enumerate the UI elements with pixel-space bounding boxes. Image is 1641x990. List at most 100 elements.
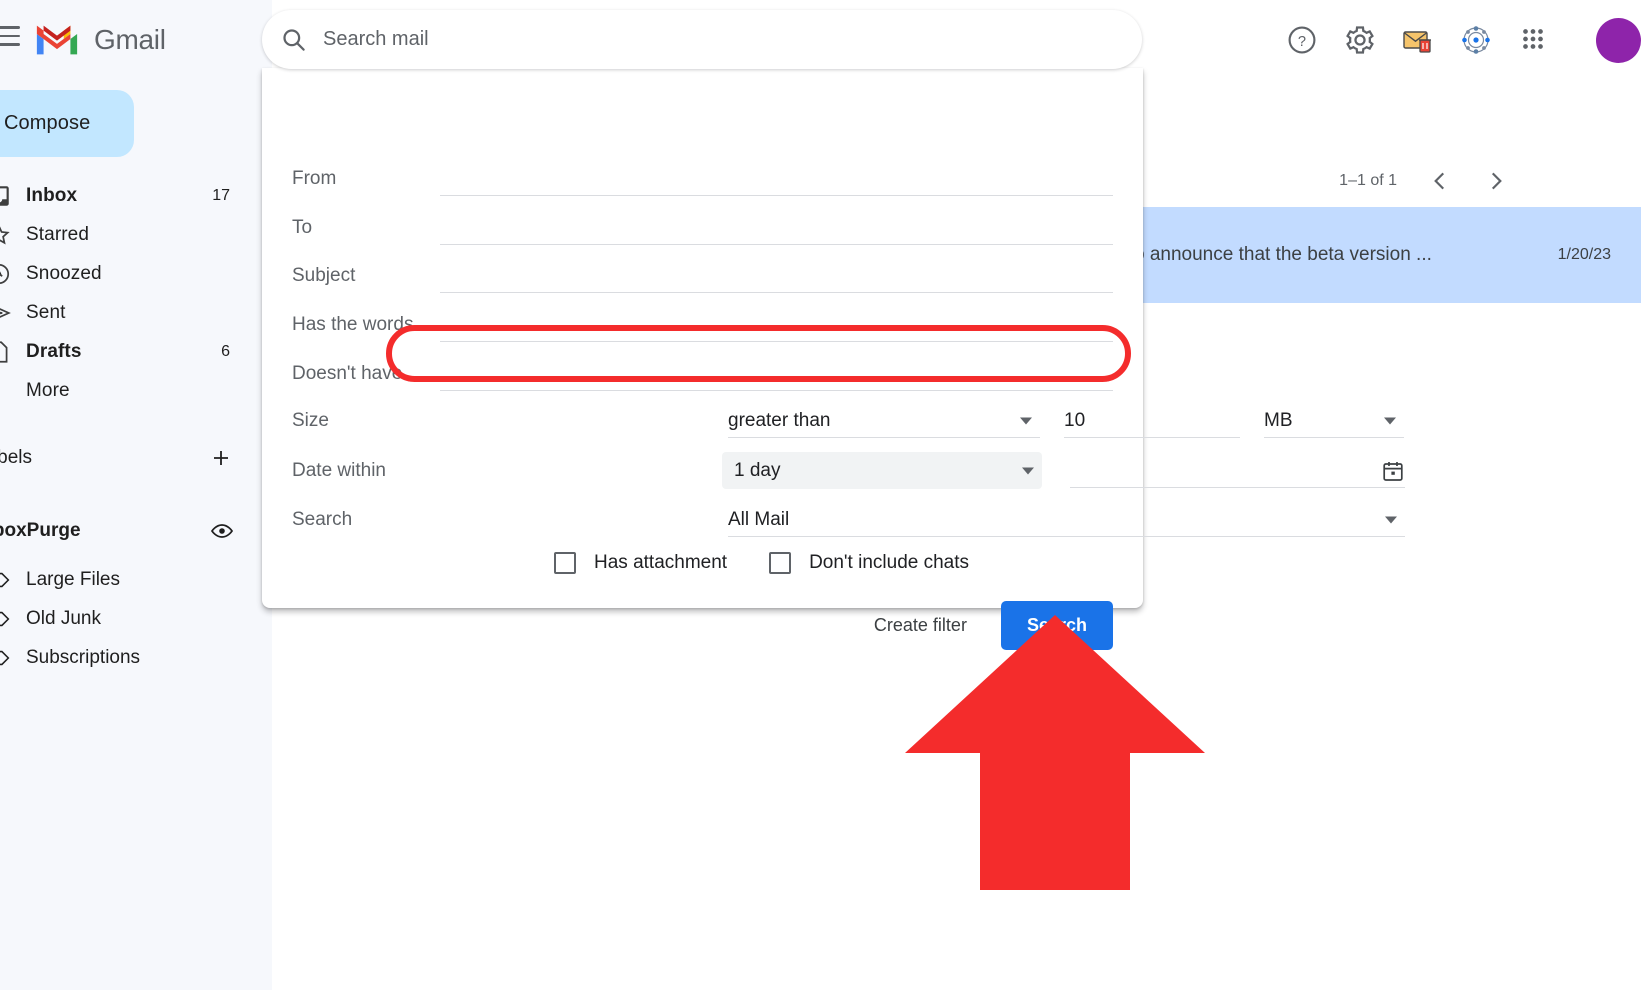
size-operator-select[interactable]: greater than	[728, 404, 1040, 438]
checkbox-label: Don't include chats	[809, 552, 970, 573]
chevron-down-icon	[1022, 467, 1034, 474]
calendar-icon[interactable]	[1381, 459, 1405, 483]
sidebar-item-label: Sent	[26, 301, 66, 323]
field-label: Subject	[292, 264, 356, 286]
label-item-label: Old Junk	[26, 607, 101, 629]
sidebar-item-label: More	[26, 379, 70, 401]
chevron-down-icon	[1385, 516, 1397, 523]
search-scope-select[interactable]: All Mail	[728, 503, 1405, 537]
label-list: Large Files Old Junk Subscriptions	[0, 560, 272, 677]
panel-actions: Create filter Search	[870, 601, 1113, 650]
help-icon[interactable]: ?	[1286, 24, 1318, 56]
sidebar-item-old-junk[interactable]: Old Junk	[0, 599, 272, 638]
date-within-select[interactable]: 1 day	[722, 452, 1042, 489]
pager-count: 1–1 of 1	[1339, 172, 1397, 189]
size-value-field-wrap: 10	[1064, 404, 1240, 438]
sidebar-item-sent[interactable]: Sent	[0, 293, 272, 332]
clock-icon	[0, 261, 12, 287]
search-button[interactable]: Search	[1000, 601, 1113, 650]
to-field-wrap	[440, 210, 1113, 245]
svg-text:?: ?	[1298, 34, 1306, 50]
sidebar-item-more[interactable]: More	[0, 371, 272, 410]
date-within-value: 1 day	[734, 459, 781, 481]
chevron-right-icon[interactable]	[1483, 168, 1509, 194]
sidebar-item-inbox[interactable]: Inbox 17	[0, 176, 272, 215]
field-row-subject: Subject	[292, 251, 1113, 300]
compose-button[interactable]: Compose	[0, 90, 134, 157]
has-words-field[interactable]	[440, 307, 1113, 341]
label-icon	[0, 569, 12, 591]
field-label: To	[292, 216, 313, 238]
field-row-has-the-words: Has the words	[292, 300, 1113, 349]
plus-icon[interactable]	[209, 446, 233, 470]
gear-icon[interactable]	[1344, 24, 1376, 56]
labels-header: Labels	[0, 440, 272, 476]
field-row-doesnt-have: Doesn't have	[292, 349, 1113, 398]
field-row-to: To	[292, 203, 1113, 252]
checkbox-label: Has attachment	[594, 552, 728, 573]
labels-title: Labels	[0, 447, 32, 468]
hamburger-menu-icon[interactable]	[0, 26, 20, 52]
field-label: Has the words	[292, 313, 414, 335]
field-row-size: Size greater than 10 MB	[292, 396, 1404, 445]
label-item-label: Subscriptions	[26, 646, 141, 668]
subject-field[interactable]	[440, 258, 1113, 292]
sidebar-item-large-files[interactable]: Large Files	[0, 560, 272, 599]
doesnt-have-field[interactable]	[440, 356, 1113, 390]
chevron-left-icon[interactable]	[1427, 168, 1453, 194]
brand-name: Gmail	[94, 24, 166, 55]
create-filter-button[interactable]: Create filter	[870, 607, 971, 644]
brand: Gmail	[34, 22, 166, 58]
eye-icon[interactable]	[210, 519, 234, 543]
sidebar-item-count: 17	[212, 186, 230, 204]
to-field[interactable]	[440, 210, 1113, 244]
sidebar-item-drafts[interactable]: Drafts 6	[0, 332, 272, 371]
field-label: Doesn't have	[292, 362, 403, 384]
search-input[interactable]	[323, 28, 1124, 51]
has-attachment-checkbox[interactable]: Has attachment	[554, 552, 727, 574]
size-unit-select[interactable]: MB	[1264, 404, 1404, 438]
inbox-icon	[0, 183, 12, 209]
advanced-search-panel: From To Subject Has the words Doesn't ha	[262, 68, 1405, 650]
from-field-wrap	[440, 161, 1113, 196]
field-row-date-within: Date within 1 day	[292, 446, 1405, 495]
has-words-field-wrap	[440, 307, 1113, 342]
search-bar[interactable]	[262, 10, 1142, 69]
sidebar: Compose Inbox 17 Starred Snoozed Sent Dr…	[0, 0, 272, 990]
header-icons: ?	[1286, 14, 1641, 66]
date-field-wrap[interactable]	[1070, 454, 1405, 488]
network-icon[interactable]	[1460, 24, 1492, 56]
field-label: Size	[292, 409, 329, 431]
sidebar-item-snoozed[interactable]: Snoozed	[0, 254, 272, 293]
label-group-inboxpurge[interactable]: InboxPurge	[0, 512, 272, 550]
checkbox-row: Has attachment Don't include chats	[554, 552, 969, 574]
mail-trash-icon[interactable]	[1402, 24, 1434, 56]
chevron-down-icon	[1384, 417, 1396, 424]
sidebar-item-starred[interactable]: Starred	[0, 215, 272, 254]
field-label: From	[292, 167, 337, 189]
field-label: Date within	[292, 459, 386, 481]
dont-include-chats-checkbox[interactable]: Don't include chats	[769, 552, 969, 574]
from-field[interactable]	[440, 161, 1113, 195]
label-icon	[0, 608, 12, 630]
compose-label: Compose	[4, 112, 91, 134]
apps-grid-icon[interactable]	[1518, 24, 1550, 56]
sidebar-item-label: Inbox	[26, 184, 78, 206]
size-unit-value: MB	[1264, 409, 1293, 431]
size-operator-value: greater than	[728, 409, 831, 431]
send-icon	[0, 300, 12, 326]
search-icon	[280, 26, 307, 54]
draft-icon	[0, 339, 12, 365]
size-value[interactable]: 10	[1064, 410, 1085, 432]
sidebar-item-label: Drafts	[26, 340, 82, 362]
avatar[interactable]	[1596, 17, 1641, 63]
sidebar-nav: Inbox 17 Starred Snoozed Sent Drafts 6 M…	[0, 176, 272, 410]
field-row-search-scope: Search All Mail	[292, 495, 1405, 544]
sidebar-item-label: Snoozed	[26, 262, 102, 284]
mail-snippet: o announce that the beta version ...	[1134, 244, 1432, 265]
search-scope-value: All Mail	[728, 508, 790, 530]
label-item-label: Large Files	[26, 568, 120, 590]
sidebar-item-subscriptions[interactable]: Subscriptions	[0, 638, 272, 677]
label-icon	[0, 647, 12, 669]
checkbox-box	[769, 552, 792, 574]
